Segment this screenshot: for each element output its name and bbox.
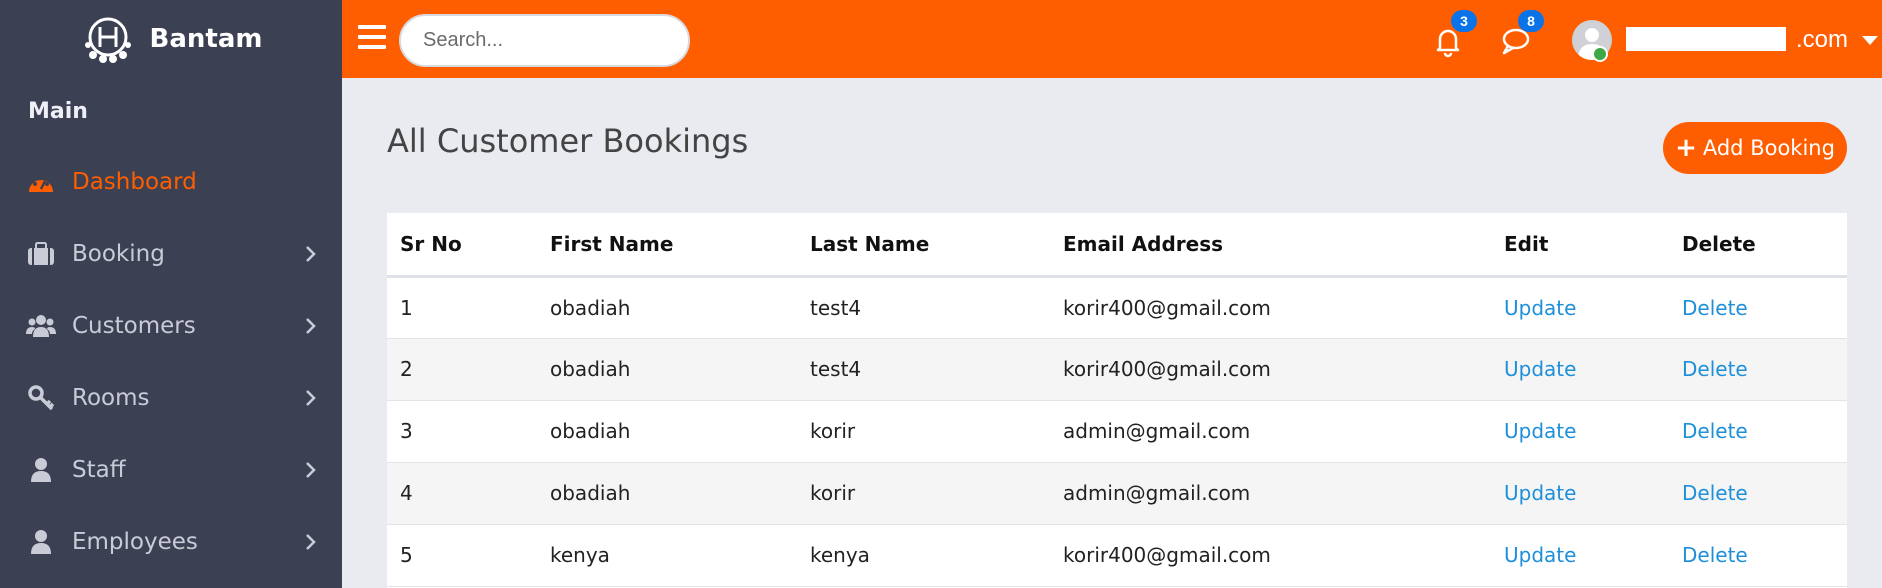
cell-first-name: obadiah — [537, 276, 797, 339]
column-header[interactable]: Edit — [1491, 213, 1669, 278]
table-row: 5 kenya kenya korir400@gmail.com Update … — [387, 524, 1847, 587]
logo-icon — [84, 17, 131, 63]
messages-button[interactable]: 8 — [1498, 10, 1544, 58]
plus-icon: + — [1675, 133, 1697, 163]
add-booking-button[interactable]: + Add Booking — [1663, 122, 1847, 174]
cell-sr: 5 — [387, 524, 537, 587]
menu-toggle-icon[interactable] — [358, 25, 386, 49]
cell-delete: Delete — [1669, 462, 1847, 525]
delete-link[interactable]: Delete — [1682, 419, 1748, 443]
sidebar-item-label: Staff — [72, 457, 126, 483]
redacted-email — [1626, 27, 1786, 51]
user-icon — [26, 455, 56, 485]
cell-email: admin@gmail.com — [1050, 462, 1491, 525]
notifications-badge: 3 — [1451, 10, 1477, 32]
table-row: 3 obadiah korir admin@gmail.com Update D… — [387, 400, 1847, 463]
chevron-right-icon — [306, 318, 316, 334]
delete-link[interactable]: Delete — [1682, 357, 1748, 381]
sidebar-item-customers[interactable]: Customers — [0, 290, 342, 362]
cell-first-name: obadiah — [537, 338, 797, 401]
sidebar-item-label: Booking — [72, 241, 165, 267]
cell-delete: Delete — [1669, 276, 1847, 339]
update-link[interactable]: Update — [1504, 296, 1576, 320]
cell-last-name: kenya — [797, 524, 1050, 587]
cell-email: korir400@gmail.com — [1050, 524, 1491, 587]
column-header[interactable]: Delete — [1669, 213, 1847, 278]
cell-delete: Delete — [1669, 338, 1847, 401]
cell-edit: Update — [1491, 276, 1669, 339]
cell-sr: 4 — [387, 462, 537, 525]
cell-sr: 2 — [387, 338, 537, 401]
sidebar-nav: Dashboard Booking Customers Rooms Staff … — [0, 146, 342, 578]
column-header[interactable]: Sr No — [387, 213, 537, 278]
search-input[interactable] — [399, 14, 690, 67]
chevron-right-icon — [306, 246, 316, 262]
user-icon — [26, 527, 56, 557]
sidebar-item-employees[interactable]: Employees — [0, 506, 342, 578]
cell-first-name: obadiah — [537, 400, 797, 463]
key-icon — [26, 383, 56, 413]
online-status-dot — [1592, 46, 1608, 62]
column-header[interactable]: First Name — [537, 213, 797, 278]
user-menu[interactable]: .com — [1572, 18, 1879, 62]
messages-badge: 8 — [1518, 10, 1544, 32]
update-link[interactable]: Update — [1504, 543, 1576, 567]
brand[interactable]: Bantam — [0, 0, 342, 78]
table-row: 2 obadiah test4 korir400@gmail.com Updat… — [387, 338, 1847, 401]
cell-edit: Update — [1491, 400, 1669, 463]
chevron-right-icon — [306, 390, 316, 406]
sidebar-item-label: Employees — [72, 529, 198, 555]
cell-edit: Update — [1491, 462, 1669, 525]
sidebar-item-staff[interactable]: Staff — [0, 434, 342, 506]
sidebar-item-booking[interactable]: Booking — [0, 218, 342, 290]
delete-link[interactable]: Delete — [1682, 296, 1748, 320]
cell-delete: Delete — [1669, 400, 1847, 463]
cell-edit: Update — [1491, 338, 1669, 401]
cell-delete: Delete — [1669, 524, 1847, 587]
add-booking-label: Add Booking — [1702, 136, 1835, 160]
cell-last-name: test4 — [797, 276, 1050, 339]
chevron-right-icon — [306, 462, 316, 478]
sidebar-item-label: Dashboard — [72, 169, 197, 195]
cell-sr: 3 — [387, 400, 537, 463]
delete-link[interactable]: Delete — [1682, 481, 1748, 505]
column-header[interactable]: Email Address — [1050, 213, 1491, 278]
sidebar-item-dashboard[interactable]: Dashboard — [0, 146, 342, 218]
sidebar-item-label: Rooms — [72, 385, 150, 411]
table-row: 1 obadiah test4 korir400@gmail.com Updat… — [387, 276, 1847, 339]
briefcase-icon — [26, 239, 56, 269]
cell-sr: 1 — [387, 276, 537, 339]
table-row: 4 obadiah korir admin@gmail.com Update D… — [387, 462, 1847, 525]
cell-last-name: test4 — [797, 338, 1050, 401]
caret-down-icon — [1862, 35, 1879, 45]
cell-edit: Update — [1491, 524, 1669, 587]
cell-last-name: korir — [797, 462, 1050, 525]
user-email: .com — [1618, 26, 1848, 54]
notifications-button[interactable]: 3 — [1431, 10, 1477, 58]
sidebar: Bantam Main Dashboard Booking Customers — [0, 0, 342, 588]
users-icon — [26, 311, 56, 341]
delete-link[interactable]: Delete — [1682, 543, 1748, 567]
cell-first-name: obadiah — [537, 462, 797, 525]
sidebar-item-label: Customers — [72, 313, 196, 339]
column-header[interactable]: Last Name — [797, 213, 1050, 278]
brand-name: Bantam — [149, 24, 263, 54]
table-header-row: Sr No First Name Last Name Email Address… — [387, 213, 1847, 278]
chevron-right-icon — [306, 534, 316, 550]
topbar: 3 8 .com — [342, 0, 1882, 78]
update-link[interactable]: Update — [1504, 419, 1576, 443]
cell-first-name: kenya — [537, 524, 797, 587]
cell-email: korir400@gmail.com — [1050, 276, 1491, 339]
update-link[interactable]: Update — [1504, 481, 1576, 505]
cell-email: admin@gmail.com — [1050, 400, 1491, 463]
dashboard-icon — [26, 167, 56, 197]
page-title: All Customer Bookings — [387, 122, 749, 160]
cell-last-name: korir — [797, 400, 1050, 463]
cell-email: korir400@gmail.com — [1050, 338, 1491, 401]
update-link[interactable]: Update — [1504, 357, 1576, 381]
sidebar-item-rooms[interactable]: Rooms — [0, 362, 342, 434]
bookings-table: Sr No First Name Last Name Email Address… — [387, 213, 1847, 588]
